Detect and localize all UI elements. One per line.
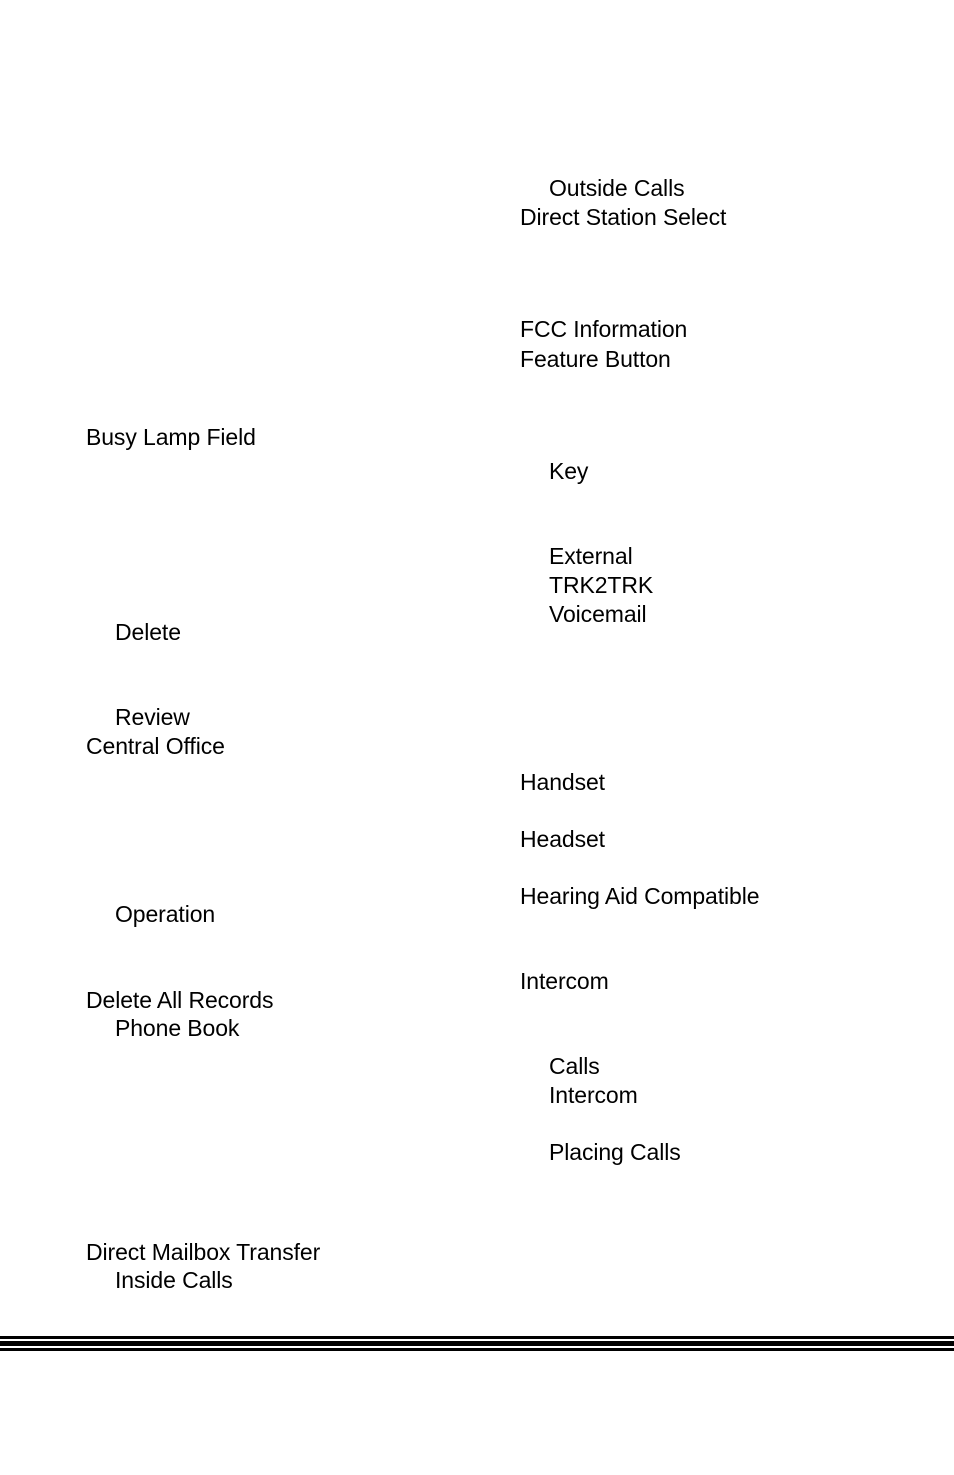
index-subentry: Placing Calls bbox=[549, 1139, 681, 1165]
index-entry: Direct Mailbox Transfer bbox=[86, 1239, 321, 1265]
index-entry: Feature Button bbox=[520, 346, 671, 372]
index-entry: Central Office bbox=[86, 733, 225, 759]
index-subentry: TRK2TRK bbox=[549, 572, 654, 598]
index-subentry: Key bbox=[549, 458, 589, 484]
footer-rule-thin-bottom bbox=[0, 1348, 954, 1351]
index-entry: Delete All Records bbox=[86, 987, 274, 1013]
index-subentry: Inside Calls bbox=[115, 1267, 233, 1293]
index-subentry: External bbox=[549, 543, 633, 569]
footer-rule-thick bbox=[0, 1341, 954, 1346]
index-subentry: Phone Book bbox=[115, 1015, 240, 1041]
index-subentry: Review bbox=[115, 704, 190, 730]
index-subentry: Delete bbox=[115, 619, 181, 645]
index-subentry: Intercom bbox=[549, 1082, 638, 1108]
index-subentry: Calls bbox=[549, 1053, 600, 1079]
index-entry: Hearing Aid Compatible bbox=[520, 883, 760, 909]
index-subentry: Voicemail bbox=[549, 601, 647, 627]
index-subentry: Operation bbox=[115, 901, 216, 927]
index-entry: Handset bbox=[520, 769, 605, 795]
index-entry: Intercom bbox=[520, 968, 609, 994]
index-subentry: Outside Calls bbox=[549, 175, 685, 201]
index-entry: Headset bbox=[520, 826, 605, 852]
index-entry: Direct Station Select bbox=[520, 204, 727, 230]
footer-rule-thin-top bbox=[0, 1336, 954, 1339]
index-entry: Busy Lamp Field bbox=[86, 424, 256, 450]
index-entry: FCC Information bbox=[520, 316, 688, 342]
